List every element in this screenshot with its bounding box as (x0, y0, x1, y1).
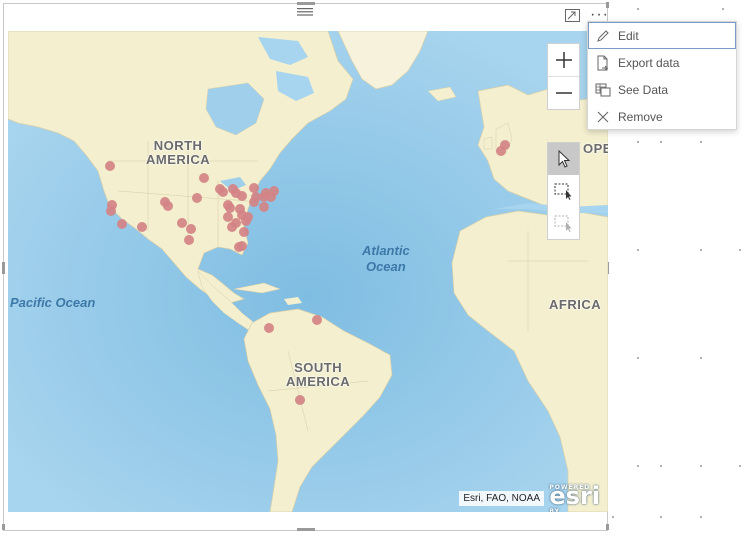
focus-mode-icon[interactable] (565, 9, 580, 22)
map-marker[interactable] (186, 224, 196, 234)
menu-item-remove[interactable]: Remove (588, 103, 736, 130)
menu-item-export-data[interactable]: Export data (588, 49, 736, 76)
rectangle-select-icon (554, 183, 571, 200)
map-marker[interactable] (225, 203, 235, 213)
map-marker[interactable] (137, 222, 147, 232)
map-marker[interactable] (312, 315, 322, 325)
pencil-icon (597, 29, 609, 42)
more-options-icon[interactable]: ··· (590, 7, 608, 23)
rectangle-select-button[interactable] (548, 175, 579, 207)
map-marker[interactable] (234, 242, 244, 252)
menu-item-see-data[interactable]: See Data (588, 76, 736, 103)
esri-logo: POWERED BY esri (549, 484, 600, 512)
resize-handle-bottom-left[interactable] (2, 524, 5, 530)
lasso-select-button[interactable] (548, 207, 579, 239)
lasso-select-icon (554, 215, 571, 232)
map-marker[interactable] (266, 192, 276, 202)
label-south-america: SOUTH AMERICA (286, 360, 351, 389)
menu-item-label: Edit (618, 28, 639, 43)
label-north-america: NORTH AMERICA (146, 138, 211, 167)
table-icon (595, 83, 611, 96)
map-marker[interactable] (184, 235, 194, 245)
esri-logo-subtext: POWERED BY (549, 484, 591, 512)
close-icon (597, 111, 609, 122)
map-marker[interactable] (295, 395, 305, 405)
context-menu: Edit Export data See Data Remove (587, 21, 737, 130)
map-visual[interactable]: ··· NORTH AMERICA SOUTH AMERICA AFRICA O… (2, 2, 609, 531)
map-marker[interactable] (163, 201, 173, 211)
zoom-controls (547, 43, 580, 110)
resize-handle-bottom[interactable] (297, 528, 315, 531)
label-africa: AFRICA (549, 297, 602, 312)
zoom-in-button[interactable] (548, 44, 579, 77)
map-marker[interactable] (117, 219, 127, 229)
label-europe: OPE (583, 141, 608, 156)
plus-icon (555, 52, 572, 68)
map-marker[interactable] (227, 222, 237, 232)
map-marker[interactable] (237, 191, 247, 201)
export-icon (597, 55, 609, 70)
map-marker[interactable] (243, 212, 253, 222)
label-pacific-ocean: Pacific Ocean (10, 295, 96, 310)
map-marker[interactable] (249, 183, 259, 193)
menu-item-label: Export data (618, 55, 680, 70)
pointer-icon (558, 150, 570, 168)
map-attribution: Esri, FAO, NOAA (459, 491, 544, 506)
label-atlantic-ocean: Atlantic Ocean (362, 243, 410, 274)
resize-handle-bottom-right[interactable] (606, 524, 609, 530)
map-marker[interactable] (249, 197, 259, 207)
map-marker[interactable] (264, 323, 274, 333)
selection-tools (547, 142, 580, 240)
resize-handle-top-right[interactable] (606, 2, 609, 8)
map-canvas[interactable]: NORTH AMERICA SOUTH AMERICA AFRICA OPE A… (8, 31, 608, 512)
map-marker[interactable] (259, 202, 269, 212)
menu-item-edit[interactable]: Edit (588, 22, 736, 49)
resize-handle-top[interactable] (297, 2, 315, 5)
map-marker[interactable] (105, 161, 115, 171)
pointer-tool-button[interactable] (548, 143, 579, 175)
map-marker[interactable] (218, 187, 228, 197)
map-marker[interactable] (106, 206, 116, 216)
menu-item-label: See Data (618, 82, 669, 97)
zoom-out-button[interactable] (548, 77, 579, 109)
map-marker[interactable] (192, 193, 202, 203)
map-marker[interactable] (177, 218, 187, 228)
map-marker[interactable] (199, 173, 209, 183)
menu-item-label: Remove (618, 109, 663, 124)
minus-icon (555, 92, 572, 94)
map-marker[interactable] (500, 140, 510, 150)
drag-grip-icon[interactable] (297, 8, 313, 16)
resize-handle-left[interactable] (2, 262, 5, 274)
map-marker[interactable] (239, 227, 249, 237)
map-marker[interactable] (223, 212, 233, 222)
visual-header: ··· (4, 4, 609, 28)
basemap (8, 31, 608, 512)
